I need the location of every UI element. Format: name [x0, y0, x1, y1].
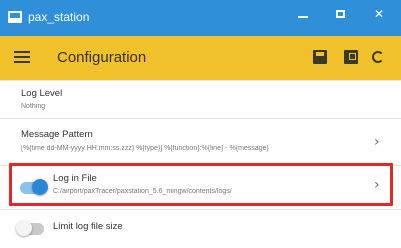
maximize-button[interactable]: [323, 2, 357, 26]
setting-value: [%{time dd-MM-yyyy HH:mm:ss.zzz} %{type}…: [21, 145, 269, 152]
window-title: pax_station: [28, 10, 90, 24]
restore-icon[interactable]: [372, 51, 384, 63]
close-icon: ✕: [373, 7, 385, 21]
app-window: pax_station ✕ Configuration Log Level No…: [0, 0, 401, 248]
app-header: Configuration: [0, 36, 401, 80]
close-button[interactable]: ✕: [360, 2, 398, 26]
setting-label: Message Pattern: [21, 129, 93, 140]
setting-value: Nothing: [21, 103, 46, 110]
window-titlebar[interactable]: pax_station ✕: [0, 0, 401, 36]
chevron-right-icon: ›: [374, 134, 380, 150]
page-title: Configuration: [57, 49, 147, 66]
minimize-button[interactable]: [286, 2, 320, 26]
app-icon: [8, 11, 22, 23]
toggle-knob: [16, 220, 32, 236]
save-as-icon[interactable]: [344, 50, 358, 64]
setting-message-pattern[interactable]: Message Pattern [%{time dd-MM-yyyy HH:mm…: [0, 119, 401, 166]
maximize-icon: [335, 10, 345, 18]
hamburger-icon[interactable]: [14, 51, 30, 64]
highlight-box: [9, 163, 393, 206]
setting-label: Log Level: [21, 88, 63, 99]
setting-log-level[interactable]: Log Level Nothing: [0, 81, 401, 119]
save-icon[interactable]: [313, 50, 327, 64]
limit-log-file-size-toggle[interactable]: [16, 220, 44, 236]
minimize-icon: [298, 16, 308, 18]
setting-label: Limit log file size: [53, 221, 123, 232]
setting-limit-log-file-size[interactable]: Limit log file size: [0, 210, 401, 248]
